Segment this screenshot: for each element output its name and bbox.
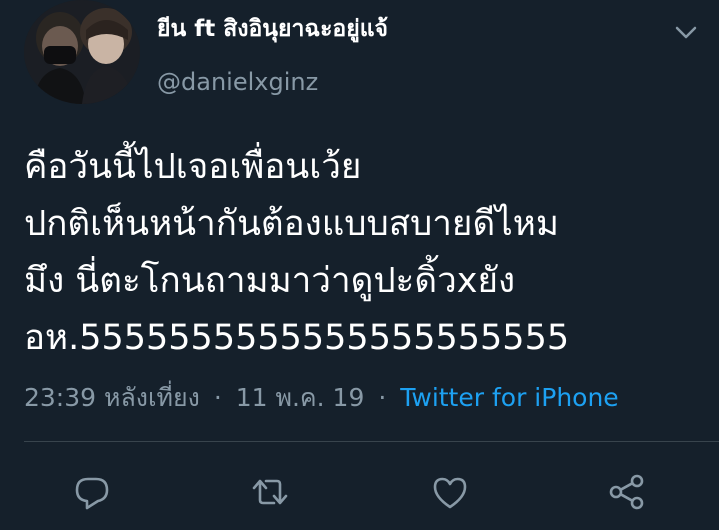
like-button[interactable]: [428, 470, 472, 514]
tweet-date[interactable]: 11 พ.ค. 19: [236, 383, 365, 412]
heart-icon: [433, 477, 467, 509]
display-name[interactable]: ยีน ft สิงอินุยาฉะอยู่แจ้: [157, 11, 388, 47]
tweet-text: คือวันนี้ไปเจอเพื่อนเว้ย ปกติเห็นหน้ากัน…: [24, 139, 704, 367]
tweet-text-line: อห.5555555555555555555555: [24, 318, 570, 358]
tweet-time[interactable]: 23:39 หลังเที่ยง: [24, 383, 200, 412]
profile-photo: [24, 0, 140, 104]
share-button[interactable]: [605, 470, 649, 514]
retweet-button[interactable]: [248, 470, 292, 514]
retweet-icon: [252, 479, 288, 505]
tweet-text-line: ปกติเห็นหน้ากันต้องแบบสบายดีไหม: [24, 204, 559, 244]
tweet-metadata: 23:39 หลังเที่ยง · 11 พ.ค. 19 · Twitter …: [24, 378, 619, 418]
avatar[interactable]: [24, 0, 140, 104]
reply-icon: [75, 477, 109, 510]
tweet-actions: [0, 470, 719, 518]
meta-separator: ·: [378, 383, 387, 412]
tweet-text-line: มึง นี่ตะโกนถามมาว่าดูปะดิ้วxยัง: [24, 261, 516, 301]
user-handle[interactable]: @danielxginz: [157, 68, 318, 96]
tweet-header: ยีน ft สิงอินุยาฉะอยู่แจ้ @danielxginz: [0, 0, 719, 120]
tweet-menu-button[interactable]: [672, 18, 700, 46]
reply-button[interactable]: [70, 470, 114, 514]
chevron-down-icon: [675, 26, 697, 39]
tweet-source-link[interactable]: Twitter for iPhone: [400, 383, 618, 412]
meta-separator: ·: [213, 383, 222, 412]
share-icon: [609, 474, 644, 510]
divider: [24, 441, 719, 442]
tweet-text-line: คือวันนี้ไปเจอเพื่อนเว้ย: [24, 147, 362, 187]
